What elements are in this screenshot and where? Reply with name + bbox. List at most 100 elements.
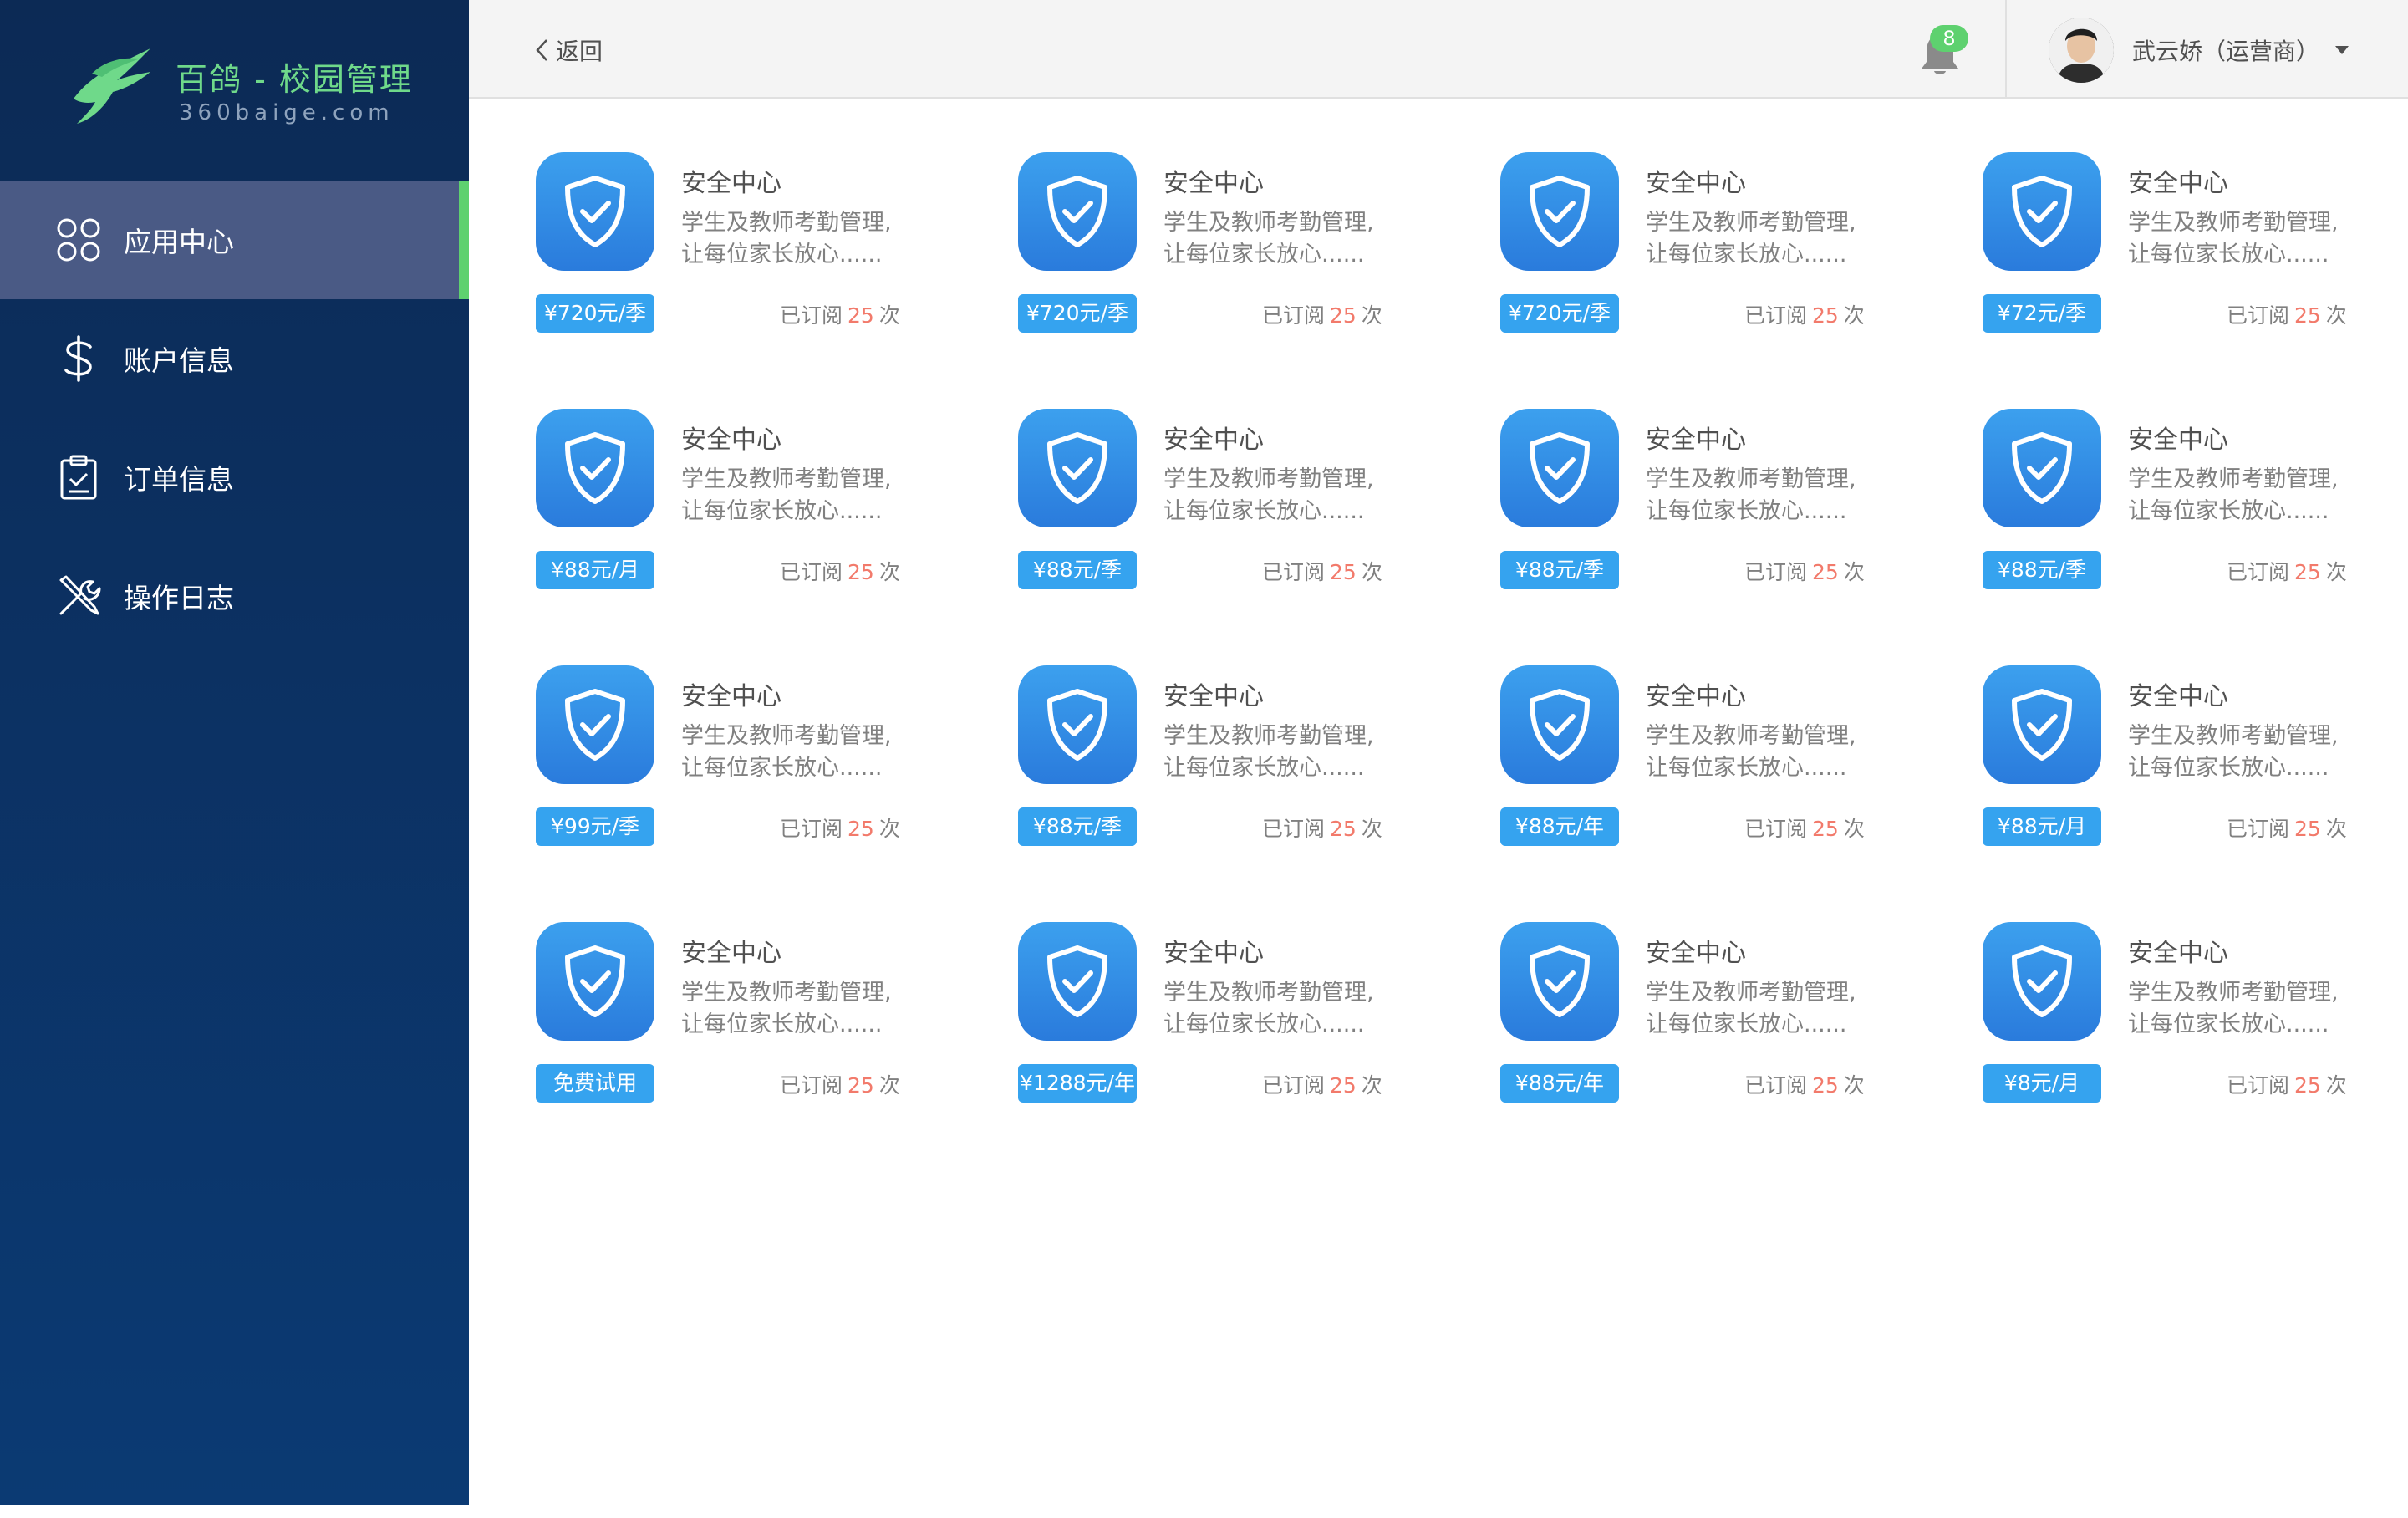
subscription-prefix: 已订阅 bbox=[1262, 817, 1326, 841]
app-title: 安全中心 bbox=[681, 169, 781, 198]
subscription-number: 25 bbox=[848, 303, 874, 328]
price-tag[interactable]: ¥88元/季 bbox=[1500, 551, 1619, 589]
price-tag[interactable]: ¥1288元/年 bbox=[1018, 1064, 1137, 1103]
shield-check-icon[interactable] bbox=[1018, 665, 1137, 784]
app-description-line: 学生及教师考勤管理, bbox=[681, 466, 892, 492]
price-tag[interactable]: ¥8元/月 bbox=[1983, 1064, 2101, 1103]
app-description-line: 让每位家长放心...... bbox=[681, 242, 883, 267]
app-card[interactable]: 安全中心 学生及教师考勤管理, 让每位家长放心...... ¥8元/月 已订阅 2… bbox=[1983, 922, 2384, 1139]
app-description-line: 学生及教师考勤管理, bbox=[2128, 723, 2339, 749]
sidebar-item-order-info[interactable]: 订单信息 bbox=[0, 418, 469, 537]
app-description: 学生及教师考勤管理, 让每位家长放心...... bbox=[1646, 207, 1896, 271]
subscription-count: 已订阅 25 次 bbox=[1744, 1069, 1865, 1099]
price-tag[interactable]: ¥99元/季 bbox=[536, 807, 654, 846]
app-card[interactable]: 安全中心 学生及教师考勤管理, 让每位家长放心...... ¥88元/季 已订阅… bbox=[1983, 409, 2384, 626]
sidebar-item-label: 操作日志 bbox=[124, 582, 234, 614]
app-title: 安全中心 bbox=[1163, 425, 1264, 455]
price-tag[interactable]: ¥88元/月 bbox=[1983, 807, 2101, 846]
app-title: 安全中心 bbox=[1163, 169, 1264, 198]
app-title: 安全中心 bbox=[681, 425, 781, 455]
app-title: 安全中心 bbox=[1163, 939, 1264, 968]
app-card[interactable]: 安全中心 学生及教师考勤管理, 让每位家长放心...... ¥1288元/年 已… bbox=[1018, 922, 1419, 1139]
subscription-prefix: 已订阅 bbox=[1744, 303, 1808, 328]
subscription-count: 已订阅 25 次 bbox=[780, 556, 900, 586]
back-button[interactable]: 返回 bbox=[534, 32, 603, 69]
app-description-line: 让每位家长放心...... bbox=[2128, 1011, 2329, 1037]
shield-check-icon[interactable] bbox=[1983, 409, 2101, 527]
app-card[interactable]: 安全中心 学生及教师考勤管理, 让每位家长放心...... ¥88元/季 已订阅… bbox=[1018, 665, 1419, 883]
shield-check-icon[interactable] bbox=[1018, 922, 1137, 1041]
subscription-count: 已订阅 25 次 bbox=[1262, 299, 1382, 329]
top-header: 返回 8 武云娇（运营商） bbox=[469, 0, 2408, 99]
shield-check-icon[interactable] bbox=[1500, 152, 1619, 271]
sidebar-item-operation-log[interactable]: 操作日志 bbox=[0, 537, 469, 655]
shield-check-icon[interactable] bbox=[536, 665, 654, 784]
brand-title: 百鸽 - 校园管理 bbox=[176, 61, 413, 98]
price-tag[interactable]: ¥88元/月 bbox=[536, 551, 654, 589]
subscription-number: 25 bbox=[1330, 1073, 1357, 1098]
price-tag[interactable]: ¥88元/季 bbox=[1018, 551, 1137, 589]
app-title: 安全中心 bbox=[2128, 939, 2228, 968]
price-tag[interactable]: 免费试用 bbox=[536, 1064, 654, 1103]
subscription-suffix: 次 bbox=[878, 303, 900, 328]
app-card[interactable]: 安全中心 学生及教师考勤管理, 让每位家长放心...... ¥88元/年 已订阅… bbox=[1500, 922, 1901, 1139]
subscription-suffix: 次 bbox=[1361, 560, 1382, 584]
shield-check-icon[interactable] bbox=[1018, 152, 1137, 271]
subscription-suffix: 次 bbox=[2325, 303, 2347, 328]
app-card[interactable]: 安全中心 学生及教师考勤管理, 让每位家长放心...... ¥88元/季 已订阅… bbox=[1500, 409, 1901, 626]
shield-check-icon[interactable] bbox=[1018, 409, 1137, 527]
app-card[interactable]: 安全中心 学生及教师考勤管理, 让每位家长放心...... ¥720元/季 已订… bbox=[1500, 152, 1901, 369]
subscription-suffix: 次 bbox=[2325, 817, 2347, 841]
subscription-suffix: 次 bbox=[878, 817, 900, 841]
price-tag[interactable]: ¥88元/季 bbox=[1983, 551, 2101, 589]
subscription-count: 已订阅 25 次 bbox=[1744, 812, 1865, 843]
shield-check-icon[interactable] bbox=[1983, 922, 2101, 1041]
price-tag[interactable]: ¥720元/季 bbox=[536, 294, 654, 333]
price-tag[interactable]: ¥88元/年 bbox=[1500, 807, 1619, 846]
app-card[interactable]: 安全中心 学生及教师考勤管理, 让每位家长放心...... ¥88元/季 已订阅… bbox=[1018, 409, 1419, 626]
app-card[interactable]: 安全中心 学生及教师考勤管理, 让每位家长放心...... ¥88元/年 已订阅… bbox=[1500, 665, 1901, 883]
sidebar-item-account-info[interactable]: 账户信息 bbox=[0, 299, 469, 418]
price-tag[interactable]: ¥72元/季 bbox=[1983, 294, 2101, 333]
app-card[interactable]: 安全中心 学生及教师考勤管理, 让每位家长放心...... ¥99元/季 已订阅… bbox=[536, 665, 937, 883]
user-menu[interactable]: 武云娇（运营商） bbox=[2049, 17, 2349, 84]
user-name: 武云娇（运营商） bbox=[2132, 38, 2320, 65]
shield-check-icon[interactable] bbox=[1500, 665, 1619, 784]
sidebar-item-app-center[interactable]: 应用中心 bbox=[0, 181, 469, 299]
shield-check-icon[interactable] bbox=[1500, 409, 1619, 527]
app-card[interactable]: 安全中心 学生及教师考勤管理, 让每位家长放心...... ¥72元/季 已订阅… bbox=[1983, 152, 2384, 369]
logo[interactable]: 百鸽 - 校园管理 360baige.com bbox=[67, 37, 418, 137]
subscription-number: 25 bbox=[1812, 817, 1839, 841]
shield-check-icon[interactable] bbox=[1983, 665, 2101, 784]
price-tag[interactable]: ¥720元/季 bbox=[1018, 294, 1137, 333]
subscription-suffix: 次 bbox=[878, 560, 900, 584]
app-description-line: 让每位家长放心...... bbox=[2128, 242, 2329, 267]
sidebar-item-label: 应用中心 bbox=[124, 226, 234, 258]
app-card[interactable]: 安全中心 学生及教师考勤管理, 让每位家长放心...... ¥88元/月 已订阅… bbox=[1983, 665, 2384, 883]
app-description: 学生及教师考勤管理, 让每位家长放心...... bbox=[2128, 721, 2379, 784]
app-card[interactable]: 安全中心 学生及教师考勤管理, 让每位家长放心...... ¥720元/季 已订… bbox=[536, 152, 937, 369]
subscription-count: 已订阅 25 次 bbox=[1262, 556, 1382, 586]
subscription-number: 25 bbox=[848, 817, 874, 841]
shield-check-icon[interactable] bbox=[536, 152, 654, 271]
shield-check-icon[interactable] bbox=[1983, 152, 2101, 271]
app-title: 安全中心 bbox=[681, 939, 781, 968]
app-card[interactable]: 安全中心 学生及教师考勤管理, 让每位家长放心...... ¥88元/月 已订阅… bbox=[536, 409, 937, 626]
app-title: 安全中心 bbox=[1646, 939, 1746, 968]
price-tag[interactable]: ¥88元/年 bbox=[1500, 1064, 1619, 1103]
subscription-count: 已订阅 25 次 bbox=[1744, 556, 1865, 586]
shield-check-icon[interactable] bbox=[536, 922, 654, 1041]
subscription-number: 25 bbox=[1330, 560, 1357, 584]
subscription-suffix: 次 bbox=[1843, 1073, 1865, 1098]
price-tag[interactable]: ¥720元/季 bbox=[1500, 294, 1619, 333]
tools-icon bbox=[55, 573, 102, 619]
price-tag[interactable]: ¥88元/季 bbox=[1018, 807, 1137, 846]
app-title: 安全中心 bbox=[2128, 682, 2228, 711]
shield-check-icon[interactable] bbox=[536, 409, 654, 527]
app-card[interactable]: 安全中心 学生及教师考勤管理, 让每位家长放心...... 免费试用 已订阅 25… bbox=[536, 922, 937, 1139]
app-card[interactable]: 安全中心 学生及教师考勤管理, 让每位家长放心...... ¥720元/季 已订… bbox=[1018, 152, 1419, 369]
subscription-number: 25 bbox=[1812, 560, 1839, 584]
subscription-count: 已订阅 25 次 bbox=[2227, 299, 2347, 329]
shield-check-icon[interactable] bbox=[1500, 922, 1619, 1041]
app-description-line: 学生及教师考勤管理, bbox=[1163, 723, 1374, 749]
